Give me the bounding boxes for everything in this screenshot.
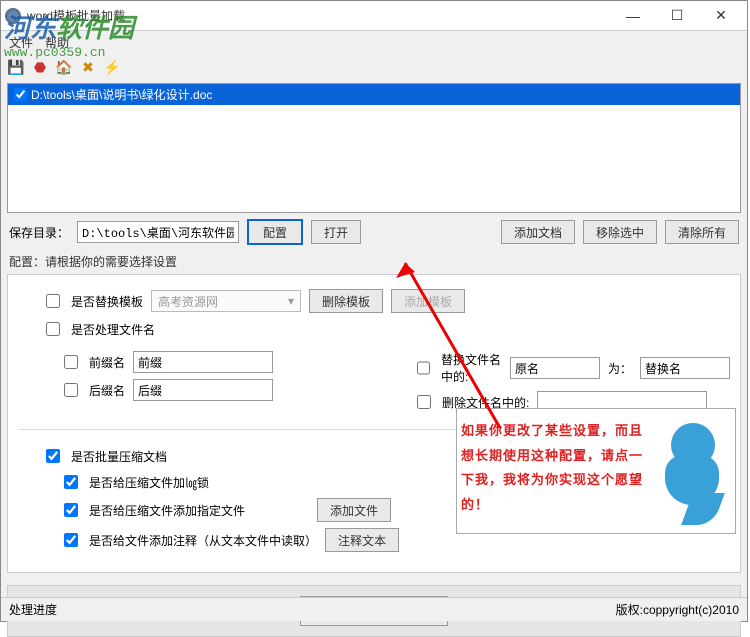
replace-to-label: 为： xyxy=(608,360,632,377)
batch-compress-label: 是否批量压缩文档 xyxy=(71,448,167,465)
replace-template-checkbox[interactable] xyxy=(46,294,60,308)
remove-selected-button[interactable]: 移除选中 xyxy=(583,220,657,244)
maximize-button[interactable]: ☐ xyxy=(655,2,699,30)
comment-label: 是否给文件添加注释（从文本文件中读取） xyxy=(89,532,317,549)
close-button[interactable]: ✕ xyxy=(699,2,743,30)
hint-box[interactable]: 如果你更改了某些设置，而且想长期使用这种配置，请点一下我，我将为你实现这个愿望的… xyxy=(456,408,736,534)
comment-file-button[interactable]: 注释文本 xyxy=(325,528,399,552)
prefix-input[interactable] xyxy=(133,351,273,373)
app-icon xyxy=(5,8,21,24)
menu-help[interactable]: 帮助 xyxy=(45,34,69,51)
file-row-checkbox[interactable] xyxy=(14,88,27,101)
toolbar-stop-icon[interactable]: ⬣ xyxy=(31,58,49,76)
window-title: word模板批量加载 xyxy=(27,7,611,24)
lock-checkbox[interactable] xyxy=(64,475,78,489)
savedir-row: 保存目录： 配置 打开 添加文档 移除选中 清除所有 xyxy=(1,213,747,249)
delete-in-name-checkbox[interactable] xyxy=(417,395,431,409)
file-row-path: D:\tools\桌面\说明书\绿化设计.doc xyxy=(31,86,212,103)
file-row[interactable]: D:\tools\桌面\说明书\绿化设计.doc xyxy=(8,84,740,105)
toolbar: 💾 ⬣ 🏠 ✖ ⚡ xyxy=(1,53,747,81)
file-list[interactable]: D:\tools\桌面\说明书\绿化设计.doc xyxy=(7,83,741,213)
statusbar: 处理进度 版权:coppyright(c)2010 xyxy=(1,597,747,621)
process-filename-label: 是否处理文件名 xyxy=(71,321,155,338)
replace-new-input[interactable] xyxy=(640,357,730,379)
chevron-down-icon: ▾ xyxy=(288,294,294,308)
suffix-label: 后缀名 xyxy=(89,382,125,399)
batch-compress-checkbox[interactable] xyxy=(46,449,60,463)
lock-label: 是否给压缩文件加㏒锁 xyxy=(89,474,209,491)
toolbar-save-icon[interactable]: 💾 xyxy=(7,58,25,76)
replace-in-name-label: 替换文件名中的: xyxy=(441,351,502,385)
status-progress-label: 处理进度 xyxy=(9,601,57,618)
delete-template-button[interactable]: 删除模板 xyxy=(309,289,383,313)
replace-orig-input[interactable] xyxy=(510,357,600,379)
menubar: 文件 帮助 xyxy=(1,31,747,53)
addfile-label: 是否给压缩文件添加指定文件 xyxy=(89,502,245,519)
add-doc-button[interactable]: 添加文档 xyxy=(501,220,575,244)
savedir-label: 保存目录： xyxy=(9,224,69,241)
status-copyright: 版权:coppyright(c)2010 xyxy=(616,601,739,618)
addfile-checkbox[interactable] xyxy=(64,503,78,517)
comment-checkbox[interactable] xyxy=(64,533,78,547)
prefix-label: 前缀名 xyxy=(89,354,125,371)
genie-icon xyxy=(651,419,731,519)
template-combo[interactable]: 高考资源网 ▾ xyxy=(151,290,301,312)
toolbar-home-icon[interactable]: 🏠 xyxy=(55,58,73,76)
clear-all-button[interactable]: 清除所有 xyxy=(665,220,739,244)
hint-text: 如果你更改了某些设置，而且想长期使用这种配置，请点一下我，我将为你实现这个愿望的… xyxy=(461,419,651,518)
config-button[interactable]: 配置 xyxy=(247,219,303,245)
add-template-button[interactable]: 添加模板 xyxy=(391,289,465,313)
toolbar-play-icon[interactable]: ⚡ xyxy=(103,58,121,76)
replace-template-label: 是否替换模板 xyxy=(71,293,143,310)
titlebar: word模板批量加载 — ☐ ✕ xyxy=(1,1,747,31)
process-filename-checkbox[interactable] xyxy=(46,322,60,336)
suffix-input[interactable] xyxy=(133,379,273,401)
menu-file[interactable]: 文件 xyxy=(9,34,33,51)
replace-in-name-checkbox[interactable] xyxy=(417,361,430,375)
prefix-checkbox[interactable] xyxy=(64,355,78,369)
minimize-button[interactable]: — xyxy=(611,2,655,30)
open-button[interactable]: 打开 xyxy=(311,220,361,244)
add-file-button[interactable]: 添加文件 xyxy=(317,498,391,522)
toolbar-settings-icon[interactable]: ✖ xyxy=(79,58,97,76)
savedir-input[interactable] xyxy=(77,221,239,243)
config-hint-label: 配置：请根据你的需要选择设置 xyxy=(1,249,747,274)
suffix-checkbox[interactable] xyxy=(64,383,78,397)
